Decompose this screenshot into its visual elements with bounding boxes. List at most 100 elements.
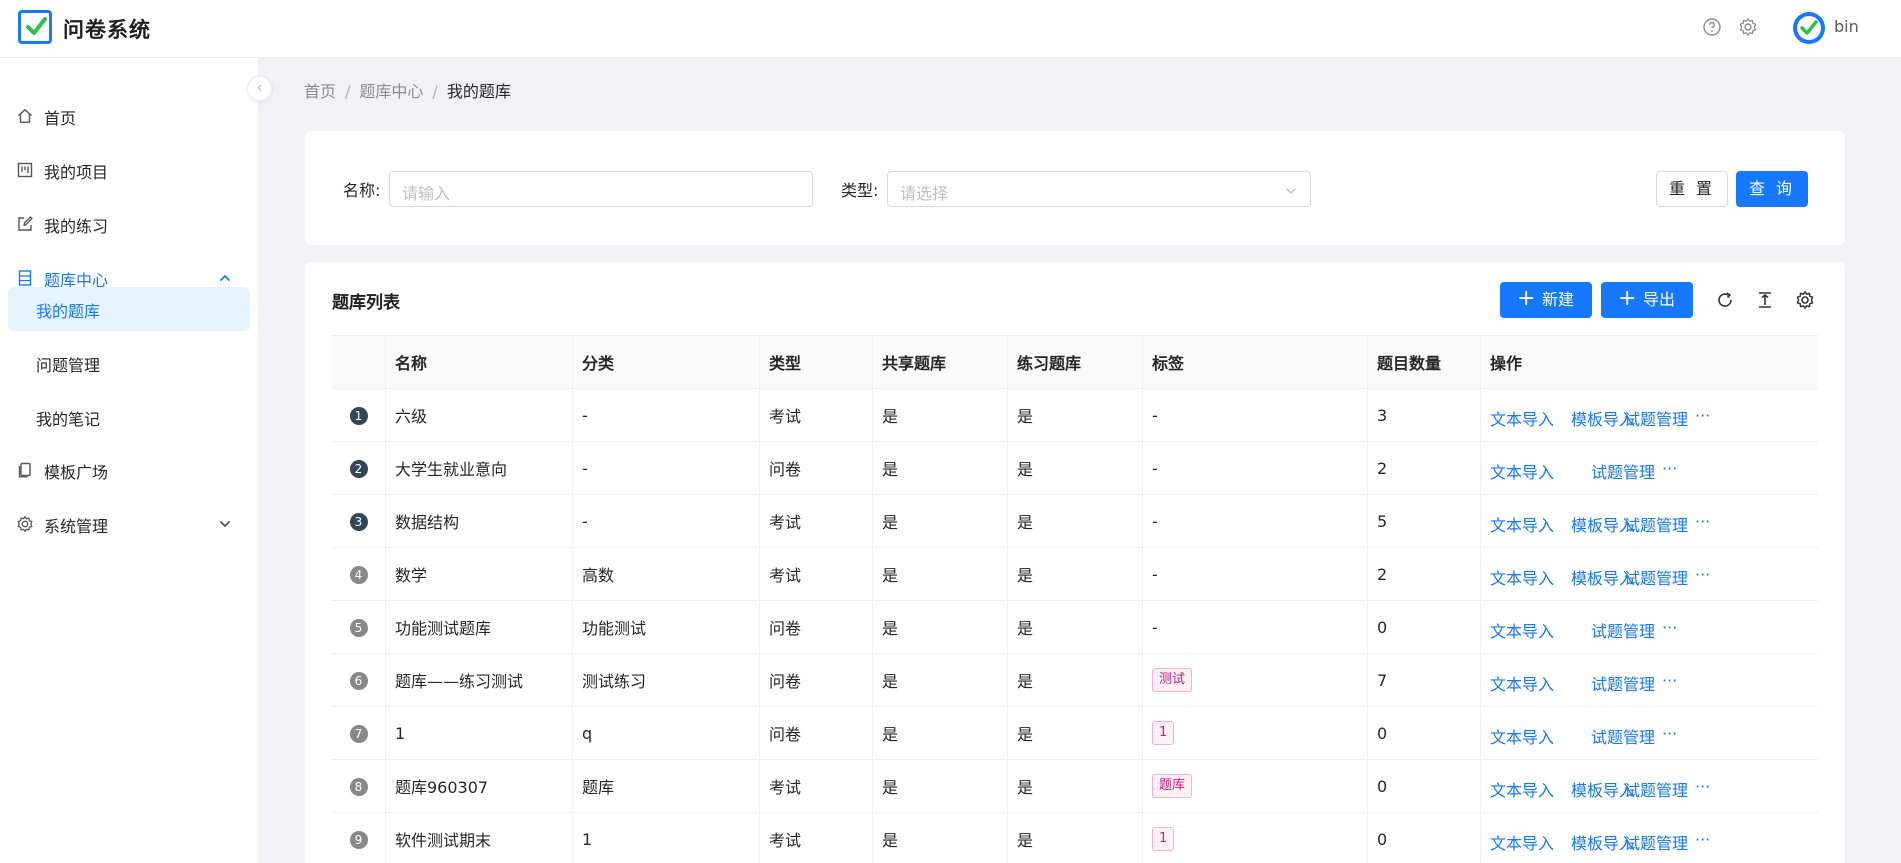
more-actions-button[interactable]: ··· xyxy=(1662,618,1677,637)
type-select[interactable]: 请选择 xyxy=(887,171,1311,207)
row-index-badge: 7 xyxy=(349,725,368,743)
question-manage-link[interactable]: 试题管理 xyxy=(1624,406,1688,430)
more-actions-button[interactable]: ··· xyxy=(1695,512,1710,531)
text-import-link[interactable]: 文本导入 xyxy=(1490,565,1554,589)
cell-count: 0 xyxy=(1367,812,1480,863)
sidebar-item-label: 模板广场 xyxy=(44,463,109,482)
row-index-badge: 4 xyxy=(349,566,368,584)
sidebar-item-practice[interactable]: 我的练习 xyxy=(0,202,259,246)
cell-actions: 文本导入 模板导入 试题管理 ··· xyxy=(1480,547,1818,601)
text-import-link[interactable]: 文本导入 xyxy=(1490,459,1554,483)
table-row: 5 功能测试题库 功能测试 问卷是是 -0 文本导入 试题管理 ··· xyxy=(332,600,1818,654)
text-import-link[interactable]: 文本导入 xyxy=(1490,724,1554,748)
sidebar-item-projects[interactable]: 我的项目 xyxy=(0,148,259,192)
cell-tags: - xyxy=(1142,547,1367,601)
cell-name: 题库960307 xyxy=(385,759,572,813)
breadcrumb-separator: / xyxy=(432,82,438,101)
question-manage-link[interactable]: 试题管理 xyxy=(1624,830,1688,854)
more-actions-button[interactable]: ··· xyxy=(1695,565,1710,584)
column-header-type[interactable]: 类型 xyxy=(759,335,872,389)
sidebar-item-label: 首页 xyxy=(44,109,77,128)
column-header-count[interactable]: 题目数量 xyxy=(1367,335,1480,389)
sidebar-item-system[interactable]: 系统管理 xyxy=(0,502,259,546)
name-input[interactable]: 请输入 xyxy=(389,171,813,207)
question-manage-link[interactable]: 试题管理 xyxy=(1591,618,1655,642)
sidebar-item-template-square[interactable]: 模板广场 xyxy=(0,448,259,492)
more-actions-button[interactable]: ··· xyxy=(1695,830,1710,849)
more-actions-button[interactable]: ··· xyxy=(1695,777,1710,796)
column-header-actions: 操作 xyxy=(1480,335,1818,389)
new-button[interactable]: + 新建 xyxy=(1500,282,1592,318)
help-icon[interactable] xyxy=(1702,17,1722,37)
cell-count: 2 xyxy=(1367,441,1480,495)
cell-shared: 是 xyxy=(872,547,1007,601)
row-index-cell: 1 xyxy=(332,388,385,442)
question-manage-link[interactable]: 试题管理 xyxy=(1624,565,1688,589)
column-header-name[interactable]: 名称 xyxy=(385,335,572,389)
text-import-link[interactable]: 文本导入 xyxy=(1490,671,1554,695)
cell-shared: 是 xyxy=(872,706,1007,760)
app-logo xyxy=(18,10,52,44)
question-manage-link[interactable]: 试题管理 xyxy=(1624,777,1688,801)
settings-icon[interactable] xyxy=(1738,17,1758,37)
tag-badge: 测试 xyxy=(1152,668,1193,692)
question-manage-link[interactable]: 试题管理 xyxy=(1591,671,1655,695)
breadcrumb-home[interactable]: 首页 xyxy=(304,82,336,101)
sidebar-item-question-manage[interactable]: 问题管理 xyxy=(0,341,259,385)
row-index-cell: 9 xyxy=(332,812,385,863)
sidebar-item-my-bank[interactable]: 我的题库 xyxy=(8,287,250,331)
text-import-link[interactable]: 文本导入 xyxy=(1490,618,1554,642)
cell-category: 1 xyxy=(572,812,759,863)
query-button[interactable]: 查 询 xyxy=(1736,171,1808,207)
sidebar-item-label: 我的题库 xyxy=(36,302,101,321)
cell-practice: 是 xyxy=(1007,600,1142,654)
cell-count: 2 xyxy=(1367,547,1480,601)
sidebar-item-home[interactable]: 首页 xyxy=(0,94,259,138)
question-manage-link[interactable]: 试题管理 xyxy=(1591,459,1655,483)
breadcrumb: 首页 / 题库中心 / 我的题库 xyxy=(304,78,511,102)
reset-button[interactable]: 重 置 xyxy=(1656,171,1728,207)
row-index-badge: 8 xyxy=(349,778,368,796)
column-height-icon[interactable] xyxy=(1755,290,1775,310)
more-actions-button[interactable]: ··· xyxy=(1662,724,1677,743)
tag-text: - xyxy=(1152,405,1158,425)
user-avatar[interactable] xyxy=(1793,12,1825,44)
more-actions-button[interactable]: ··· xyxy=(1695,406,1710,425)
column-header-shared[interactable]: 共享题库 xyxy=(872,335,1007,389)
table-settings-icon[interactable] xyxy=(1795,290,1815,310)
row-index-badge: 5 xyxy=(349,619,368,637)
more-actions-button[interactable]: ··· xyxy=(1662,671,1677,690)
username[interactable]: bin xyxy=(1834,17,1859,36)
export-button[interactable]: + 导出 xyxy=(1601,282,1693,318)
row-index-cell: 3 xyxy=(332,494,385,548)
cell-type: 问卷 xyxy=(759,706,872,760)
cell-tags: - xyxy=(1142,494,1367,548)
cell-actions: 文本导入 试题管理 ··· xyxy=(1480,600,1818,654)
chevron-down-icon xyxy=(1284,183,1298,197)
cell-category: - xyxy=(572,441,759,495)
cell-tags: 测试 xyxy=(1142,653,1367,707)
sidebar-collapse-button[interactable]: ‹ xyxy=(247,76,272,101)
column-header-category[interactable]: 分类 xyxy=(572,335,759,389)
table-title: 题库列表 xyxy=(332,293,400,313)
text-import-link[interactable]: 文本导入 xyxy=(1490,406,1554,430)
breadcrumb-bank-center[interactable]: 题库中心 xyxy=(359,82,423,101)
question-manage-link[interactable]: 试题管理 xyxy=(1591,724,1655,748)
gear-icon xyxy=(16,515,34,533)
sidebar-item-notes[interactable]: 我的笔记 xyxy=(0,395,259,439)
cell-shared: 是 xyxy=(872,441,1007,495)
cell-name: 数据结构 xyxy=(385,494,572,548)
text-import-link[interactable]: 文本导入 xyxy=(1490,512,1554,536)
question-manage-link[interactable]: 试题管理 xyxy=(1624,512,1688,536)
edit-icon xyxy=(16,215,34,233)
cell-tags: 题库 xyxy=(1142,759,1367,813)
text-import-link[interactable]: 文本导入 xyxy=(1490,777,1554,801)
row-index-cell: 7 xyxy=(332,706,385,760)
text-import-link[interactable]: 文本导入 xyxy=(1490,830,1554,854)
column-header-tags[interactable]: 标签 xyxy=(1142,335,1367,389)
refresh-icon[interactable] xyxy=(1715,290,1735,310)
more-actions-button[interactable]: ··· xyxy=(1662,459,1677,478)
search-form: 名称: 请输入 类型: 请选择 重 置 查 询 xyxy=(305,131,1845,245)
column-header-practice[interactable]: 练习题库 xyxy=(1007,335,1142,389)
row-index-badge: 3 xyxy=(349,513,368,531)
